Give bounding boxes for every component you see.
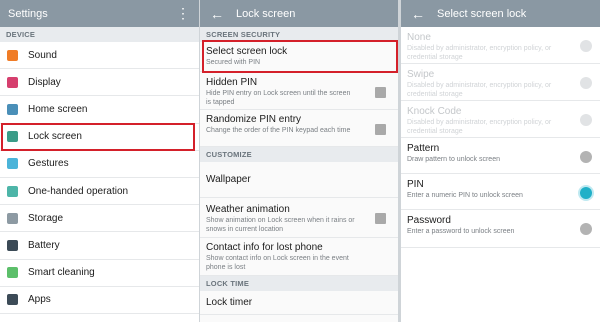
lock-screen-title: Lock screen bbox=[236, 7, 296, 20]
settings-item-label: Display bbox=[28, 76, 61, 88]
settings-item-apps[interactable]: Apps bbox=[0, 287, 200, 314]
lock-option-subtitle: Disabled by administrator, encryption po… bbox=[407, 82, 552, 98]
lock-option-pin[interactable]: PIN Enter a numeric PIN to unlock screen bbox=[401, 174, 600, 210]
settings-item-one-handed-operation[interactable]: One-handed operation bbox=[0, 178, 200, 206]
weather-animation-checkbox[interactable] bbox=[375, 213, 386, 224]
device-section-header: DEVICE bbox=[0, 27, 200, 42]
apps-icon bbox=[7, 294, 18, 306]
settings-item-home-screen[interactable]: Home screen bbox=[0, 96, 200, 124]
lock-screen-app-bar: ← Lock screen bbox=[200, 0, 398, 27]
lock-option-none: None Disabled by administrator, encryptio… bbox=[401, 27, 600, 64]
select-screen-lock-highlight bbox=[202, 40, 398, 73]
radio-button[interactable] bbox=[580, 151, 592, 163]
weather-animation-item[interactable]: Weather animation Show animation on Lock… bbox=[200, 198, 398, 238]
lock-option-subtitle: Disabled by administrator, encryption po… bbox=[407, 119, 552, 135]
storage-icon bbox=[7, 212, 18, 224]
lock-option-subtitle: Disabled by administrator, encryption po… bbox=[407, 45, 552, 61]
weather-animation-subtitle: Show animation on Lock screen when it ra… bbox=[206, 217, 355, 233]
randomize-pin-subtitle: Change the order of the PIN keypad each … bbox=[206, 127, 351, 134]
hidden-pin-checkbox[interactable] bbox=[375, 87, 386, 98]
wallpaper-title: Wallpaper bbox=[206, 174, 251, 185]
settings-item-sound[interactable]: Sound bbox=[0, 42, 200, 70]
sound-icon bbox=[7, 49, 18, 61]
hidden-pin-subtitle: Hide PIN entry on Lock screen until the … bbox=[206, 90, 351, 106]
lock-option-title: Pattern bbox=[407, 143, 440, 154]
display-icon bbox=[7, 76, 18, 88]
select-screen-lock-panel: ← Select screen lock None Disabled by adm… bbox=[401, 0, 600, 322]
settings-item-display[interactable]: Display bbox=[0, 69, 200, 97]
lock-option-title: Swipe bbox=[407, 69, 435, 80]
radio-button bbox=[580, 77, 592, 89]
lock-screen-highlight bbox=[1, 123, 195, 151]
lock-screen-panel: ← Lock screen SCREEN SECURITY Select scr… bbox=[200, 0, 398, 322]
settings-app-bar: Settings ⋮ bbox=[0, 0, 200, 27]
hidden-pin-title: Hidden PIN bbox=[206, 77, 258, 88]
randomize-pin-checkbox[interactable] bbox=[375, 124, 386, 135]
contact-info-item[interactable]: Contact info for lost phone Show contact… bbox=[200, 238, 398, 276]
randomize-pin-title: Randomize PIN entry bbox=[206, 114, 302, 125]
settings-item-label: Battery bbox=[28, 239, 60, 251]
lock-option-title: None bbox=[407, 32, 431, 43]
back-arrow-icon[interactable]: ← bbox=[210, 7, 224, 21]
lock-option-swipe: Swipe Disabled by administrator, encrypti… bbox=[401, 64, 600, 101]
settings-item-smart-cleaning[interactable]: Smart cleaning bbox=[0, 260, 200, 287]
wallpaper-item[interactable]: Wallpaper bbox=[200, 162, 398, 198]
contact-info-title: Contact info for lost phone bbox=[206, 242, 323, 253]
lock-option-subtitle: Enter a numeric PIN to unlock screen bbox=[407, 192, 523, 199]
settings-item-storage[interactable]: Storage bbox=[0, 205, 200, 233]
settings-panel: Settings ⋮ DEVICE Sound Display Home scree… bbox=[0, 0, 200, 322]
lock-option-title: Knock Code bbox=[407, 106, 462, 117]
lock-option-subtitle: Draw pattern to unlock screen bbox=[407, 156, 500, 163]
lock-option-title: PIN bbox=[407, 179, 424, 190]
settings-item-label: One-handed operation bbox=[28, 185, 129, 197]
battery-icon bbox=[7, 239, 18, 251]
overflow-menu-icon[interactable]: ⋮ bbox=[176, 6, 190, 20]
lock-options-list: None Disabled by administrator, encryptio… bbox=[401, 27, 600, 248]
settings-item-label: Home screen bbox=[28, 103, 88, 115]
settings-item-label: Storage bbox=[28, 212, 64, 224]
lock-timer-item[interactable]: Lock timer bbox=[200, 291, 398, 315]
radio-button[interactable] bbox=[580, 223, 592, 235]
weather-animation-title: Weather animation bbox=[206, 204, 290, 215]
settings-item-battery[interactable]: Battery bbox=[0, 232, 200, 260]
radio-selected-icon[interactable] bbox=[580, 187, 592, 199]
lock-option-subtitle: Enter a password to unlock screen bbox=[407, 228, 515, 235]
gestures-icon bbox=[7, 158, 18, 170]
back-arrow-icon[interactable]: ← bbox=[411, 7, 425, 21]
settings-item-label: Sound bbox=[28, 49, 57, 61]
settings-item-label: Smart cleaning bbox=[28, 267, 95, 279]
settings-item-label: Apps bbox=[28, 294, 51, 306]
randomize-pin-item[interactable]: Randomize PIN entry Change the order of … bbox=[200, 110, 398, 147]
lock-option-knock-code: Knock Code Disabled by administrator, enc… bbox=[401, 101, 600, 138]
select-screen-lock-page-title: Select screen lock bbox=[437, 7, 527, 20]
customize-section-header: CUSTOMIZE bbox=[200, 147, 398, 162]
lock-option-pattern[interactable]: Pattern Draw pattern to unlock screen bbox=[401, 138, 600, 174]
select-screen-lock-app-bar: ← Select screen lock bbox=[401, 0, 600, 27]
lock-option-title: Password bbox=[407, 215, 451, 226]
lock-option-password[interactable]: Password Enter a password to unlock scree… bbox=[401, 210, 600, 248]
home-screen-icon bbox=[7, 103, 18, 115]
lock-time-section-header: LOCK TIME bbox=[200, 276, 398, 291]
hidden-pin-item[interactable]: Hidden PIN Hide PIN entry on Lock screen… bbox=[200, 72, 398, 110]
one-handed-icon bbox=[7, 185, 18, 197]
settings-title: Settings bbox=[8, 7, 48, 20]
settings-item-label: Gestures bbox=[28, 158, 69, 170]
contact-info-subtitle: Show contact info on Lock screen in the … bbox=[206, 255, 349, 271]
settings-list: Sound Display Home screen Lock screen Gestur… bbox=[0, 42, 200, 314]
settings-item-gestures[interactable]: Gestures bbox=[0, 151, 200, 178]
lock-timer-title: Lock timer bbox=[206, 297, 253, 308]
radio-button bbox=[580, 40, 592, 52]
smart-cleaning-icon bbox=[7, 267, 18, 279]
radio-button bbox=[580, 114, 592, 126]
